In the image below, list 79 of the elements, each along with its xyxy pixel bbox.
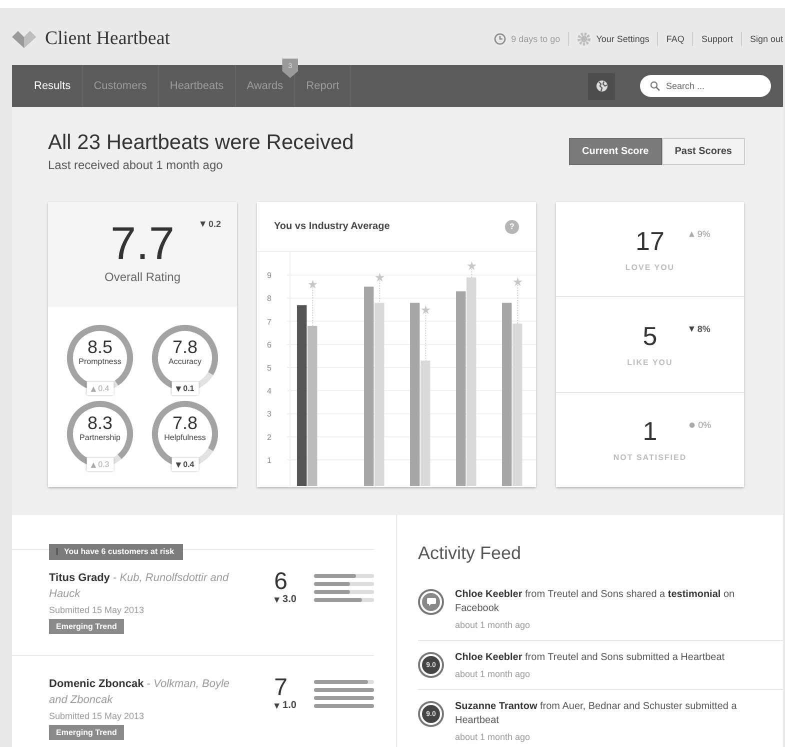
metric-score: 8.5 <box>86 337 114 357</box>
metric-label: Helpfulness <box>163 433 207 442</box>
score-bar <box>314 680 374 684</box>
activity-time: about 1 month ago <box>455 669 532 679</box>
page-subtitle: Last received about 1 month ago <box>48 158 224 172</box>
trial-countdown: 9 days to go <box>511 34 560 44</box>
overall-score: 7.7 <box>110 220 174 266</box>
stat-label: NOT SATISFIED <box>613 453 687 462</box>
comment-icon <box>420 591 442 613</box>
customer-score: 6 <box>274 570 288 594</box>
customer-score: 7 <box>274 676 288 700</box>
gear-icon <box>577 32 592 46</box>
metric-score: 8.3 <box>86 413 114 433</box>
score-label: Overall Rating <box>104 270 181 284</box>
stat-value: 17 <box>636 226 664 255</box>
score-bar <box>314 574 374 578</box>
metric-label: Promptness <box>78 357 122 366</box>
nav-tab[interactable]: Results <box>12 79 82 93</box>
activity-time: about 1 month ago <box>455 732 532 742</box>
stat-value: 5 <box>642 322 658 350</box>
header-link[interactable]: Sign out <box>750 34 783 44</box>
chart-title: You vs Industry Average <box>274 221 390 232</box>
stat-value: 1 <box>642 417 658 446</box>
axis-tick-label: 7 <box>267 317 272 326</box>
metric-label: Accuracy <box>168 357 202 366</box>
customer-name[interactable]: Titus Grady - Kub, Runolfsdottir and Hauck <box>49 570 238 602</box>
star-marker: ★ <box>466 258 478 273</box>
score-change: 1.0 <box>282 700 296 711</box>
stat-change: 9% <box>697 229 710 239</box>
header-link[interactable]: FAQ <box>666 34 684 44</box>
score-bar <box>314 598 374 602</box>
trend-tag: Emerging Trend <box>49 725 124 740</box>
page-heading: All 23 Heartbeats were Received <box>48 131 354 155</box>
axis-tick-label: 5 <box>267 364 272 372</box>
metric-score: 7.8 <box>171 337 199 357</box>
axis-tick-label: 3 <box>267 410 272 419</box>
activity-time: about 1 month ago <box>455 620 532 630</box>
clock-icon <box>494 32 506 44</box>
score-toggle-button[interactable]: Past Scores <box>662 138 745 165</box>
customer-name[interactable]: Domenic Zboncak - Volkman, Boyle and Zboncak <box>49 676 238 708</box>
logo-icon <box>12 30 36 48</box>
star-marker: ★ <box>307 277 318 292</box>
app-title: Client Heartbeat <box>45 28 170 50</box>
activity-text: Chloe Keebler from Treutel and Sons shared a testimonial on Facebook <box>455 588 736 616</box>
score-bar <box>314 590 374 594</box>
score-bar <box>314 704 374 708</box>
star-marker: ★ <box>420 302 432 317</box>
settings-link[interactable]: Your Settings <box>577 32 650 46</box>
stat-label: LOVE YOU <box>625 262 675 272</box>
star-marker: ★ <box>374 270 386 284</box>
search-field[interactable]: Search ... <box>640 75 771 97</box>
axis-tick-label: 1 <box>267 456 272 465</box>
globe-button[interactable] <box>588 72 615 100</box>
score-bar <box>314 688 374 692</box>
stat-change: 0% <box>698 420 712 430</box>
metric-score: 7.8 <box>171 413 199 433</box>
header-link[interactable]: Support <box>701 34 733 44</box>
axis-tick-label: 9 <box>267 271 272 280</box>
submitted-date: Submitted 15 May 2013 <box>49 711 146 721</box>
risk-banner: You have 6 customers at risk <box>49 544 184 560</box>
axis-tick-label: 2 <box>267 432 272 442</box>
submitted-date: Submitted 15 May 2013 <box>49 605 146 615</box>
score-change: 3.0 <box>282 594 296 605</box>
metric-label: Partnership <box>78 433 122 442</box>
trend-tag: Emerging Trend <box>49 619 124 634</box>
globe-icon <box>596 80 608 92</box>
star-marker: ★ <box>512 275 524 290</box>
axis-tick-label: 6 <box>267 340 272 350</box>
activity-text: Chloe Keebler from Treutel and Sons submitted a Heartbeat <box>455 651 725 665</box>
score-bar <box>314 696 374 700</box>
stat-label: LIKE YOU <box>627 358 673 367</box>
stat-change: 8% <box>697 324 710 334</box>
score-toggle-button[interactable]: Current Score <box>569 138 662 165</box>
axis-tick-label: 4 <box>267 386 272 396</box>
section-heading: Activity Feed <box>418 543 522 564</box>
score-bar <box>314 582 374 586</box>
axis-tick-label: 8 <box>267 294 272 304</box>
score-change: 0.2 <box>208 219 221 229</box>
activity-text: Suzanne Trantow from Auer, Bednar and Schuster submitted a Heartbeat <box>455 700 738 728</box>
